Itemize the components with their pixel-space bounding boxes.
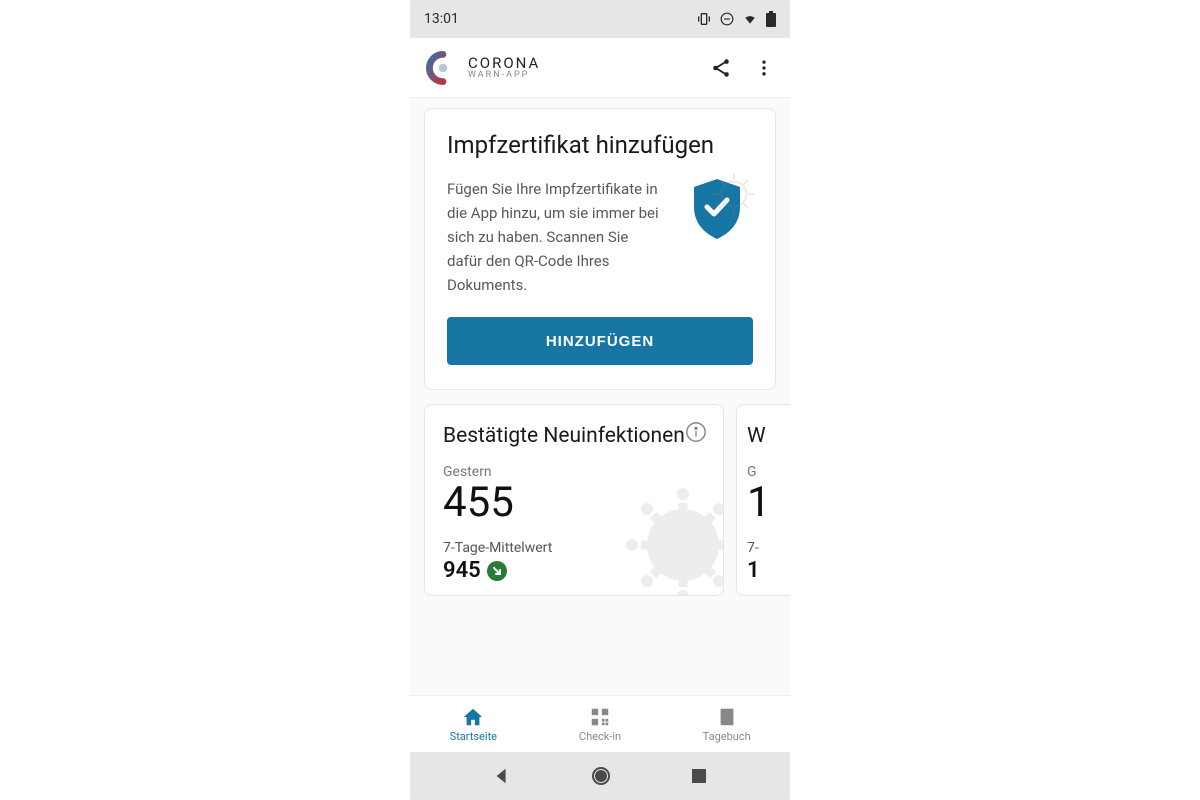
battery-icon	[766, 11, 776, 27]
status-bar: 13:01	[410, 0, 790, 38]
nav-checkin[interactable]: Check-in	[537, 696, 664, 752]
status-icons	[696, 11, 776, 27]
stat-card-infections[interactable]: Bestätigte Neuinfektionen Gestern 455 7-…	[424, 404, 724, 596]
stat-title: Bestätigte Neuinfektionen	[443, 423, 705, 450]
stat-title-partial: W	[747, 423, 777, 450]
stat-card-next[interactable]: W G 1 7- 1	[736, 404, 790, 596]
app-bar: CORONA WARN-APP	[410, 38, 790, 98]
stat-subvalue-partial: 1	[747, 558, 777, 583]
stat-value-partial: 1	[747, 480, 777, 526]
card-description: Fügen Sie Ihre Impfzertifikate in die Ap…	[447, 177, 665, 297]
vibrate-icon	[696, 11, 712, 27]
more-icon[interactable]	[754, 58, 774, 78]
home-icon	[461, 706, 485, 728]
dnd-icon	[720, 12, 734, 26]
stat-sublabel-partial: 7-	[747, 540, 777, 556]
phone-frame: 13:01 CORONA WARN-APP Impfzertifik	[410, 0, 790, 800]
system-nav	[410, 752, 790, 800]
sys-back-icon[interactable]	[493, 767, 511, 785]
stat-subvalue-number: 945	[443, 558, 481, 583]
sys-home-icon[interactable]	[591, 766, 611, 786]
card-title: Impfzertifikat hinzufügen	[447, 131, 753, 159]
book-icon	[716, 706, 738, 728]
virus-deco-icon	[623, 485, 724, 596]
nav-home-label: Startseite	[450, 730, 497, 743]
app-title: CORONA	[468, 56, 540, 71]
nav-home[interactable]: Startseite	[410, 696, 537, 752]
wifi-icon	[742, 12, 758, 26]
share-icon[interactable]	[710, 57, 732, 79]
add-certificate-card: Impfzertifikat hinzufügen Fügen Sie Ihre…	[424, 108, 776, 390]
bottom-nav: Startseite Check-in Tagebuch	[410, 695, 790, 752]
nav-diary-label: Tagebuch	[703, 730, 751, 743]
virus-bg-icon	[709, 169, 759, 219]
trend-down-icon	[487, 561, 507, 581]
app-logo-icon	[426, 51, 460, 85]
sys-recent-icon[interactable]	[691, 768, 707, 784]
stats-row[interactable]: Bestätigte Neuinfektionen Gestern 455 7-…	[424, 404, 776, 596]
add-certificate-button[interactable]: HINZUFÜGEN	[447, 317, 753, 365]
qr-icon	[589, 706, 611, 728]
app-logo-block: CORONA WARN-APP	[426, 51, 710, 85]
status-time: 13:01	[424, 11, 459, 27]
app-subtitle: WARN-APP	[468, 71, 540, 80]
info-icon[interactable]	[685, 421, 707, 447]
shield-graphic	[681, 177, 753, 297]
nav-diary[interactable]: Tagebuch	[663, 696, 790, 752]
main-content[interactable]: Impfzertifikat hinzufügen Fügen Sie Ihre…	[410, 98, 790, 695]
nav-checkin-label: Check-in	[579, 730, 621, 743]
